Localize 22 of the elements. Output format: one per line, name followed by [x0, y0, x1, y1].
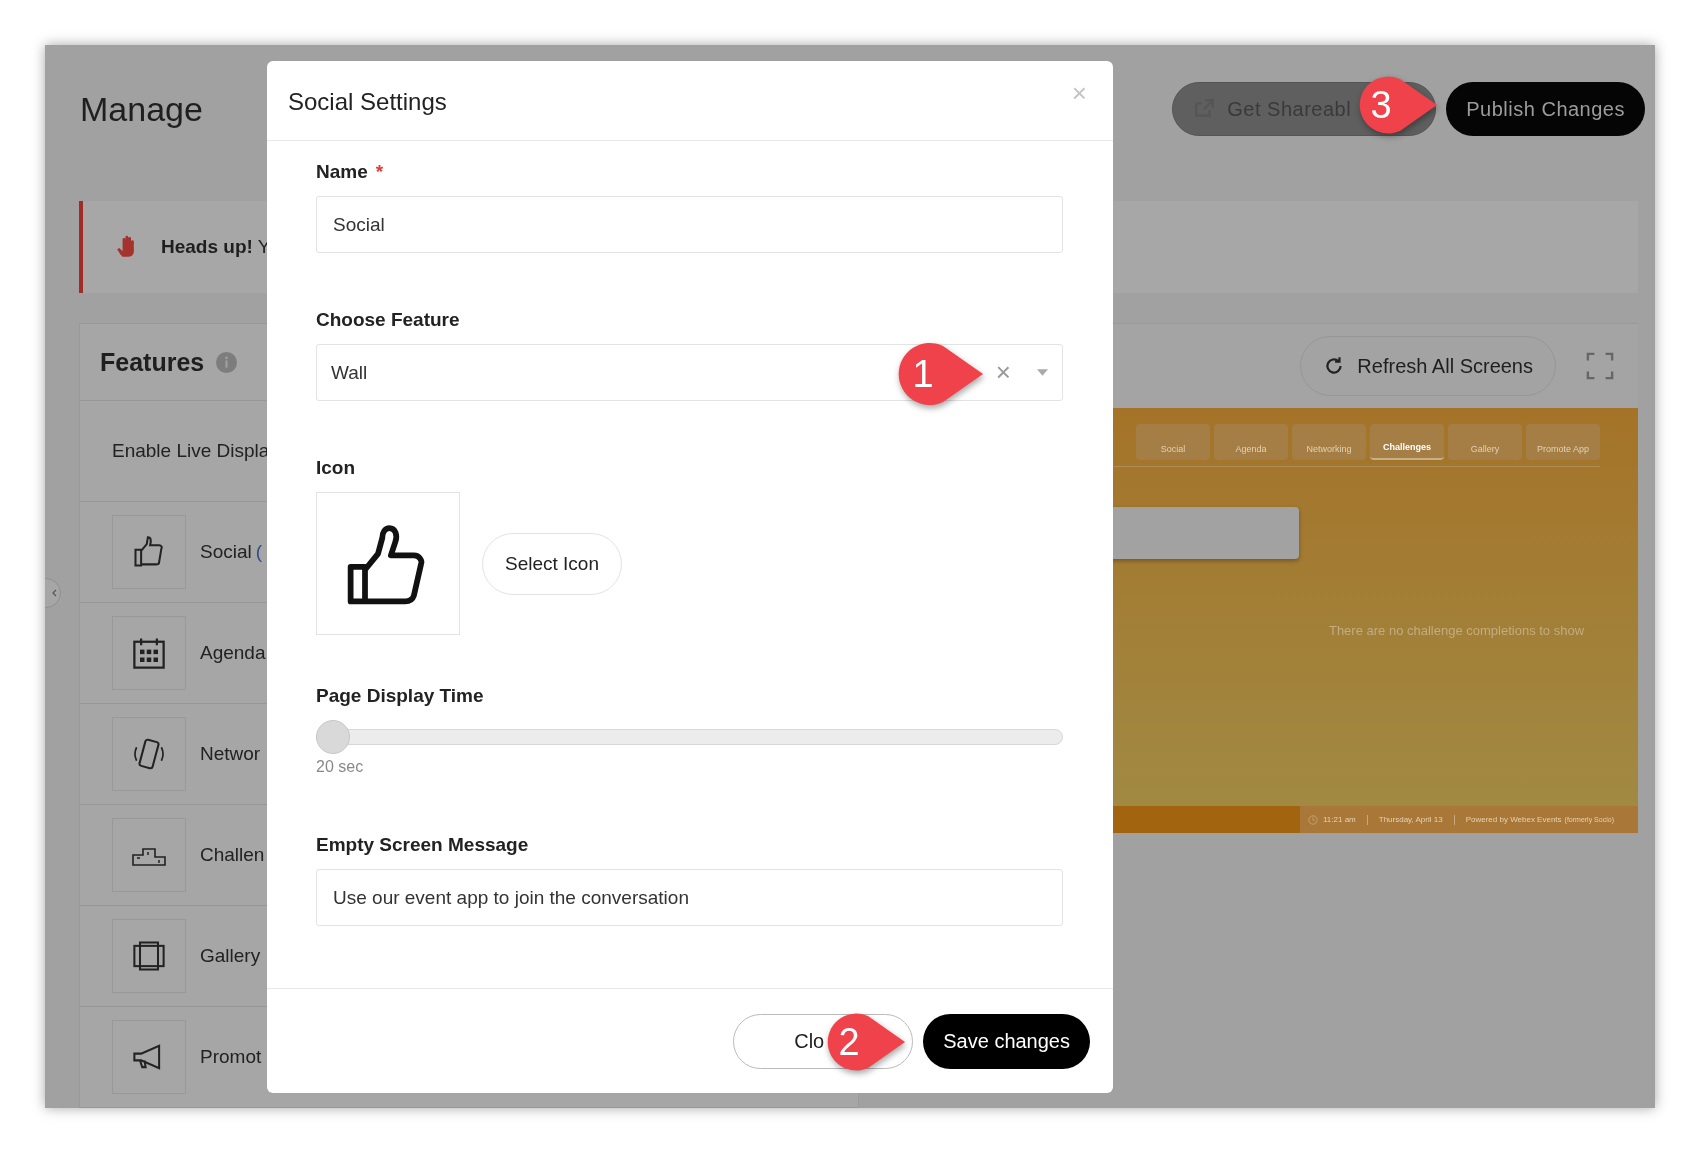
panel-title: Features	[100, 347, 205, 377]
feature-label: Gallery	[200, 945, 261, 967]
field-label: Icon	[316, 457, 356, 479]
toggle-label: Enable Live Displa	[112, 440, 270, 462]
feature-label: Agenda	[200, 642, 266, 664]
empty-message: There are no challenge completions to show	[1328, 623, 1585, 638]
footer-date: Thursday, April 13	[1378, 815, 1443, 824]
slider-reading: 20 sec	[316, 758, 364, 775]
field-label: Choose Feature	[316, 309, 460, 331]
feature-label: Promot	[200, 1046, 262, 1068]
footer-time: 11:21 am	[1323, 815, 1356, 824]
feature-label: Challen	[200, 844, 265, 866]
feature-note: (	[255, 541, 263, 563]
page-title: Manage	[80, 89, 203, 129]
footer-credit: Powered by Webex Events	[1465, 815, 1562, 824]
feature-label: Social	[200, 541, 252, 563]
field-label: Page Display Time	[316, 685, 484, 707]
dialog-title: Social Settings	[288, 87, 447, 116]
required-mark: *	[375, 161, 384, 183]
feature-label: Networ	[200, 743, 261, 765]
field-label: Empty Screen Message	[316, 834, 529, 856]
field-label: Name	[316, 161, 368, 183]
